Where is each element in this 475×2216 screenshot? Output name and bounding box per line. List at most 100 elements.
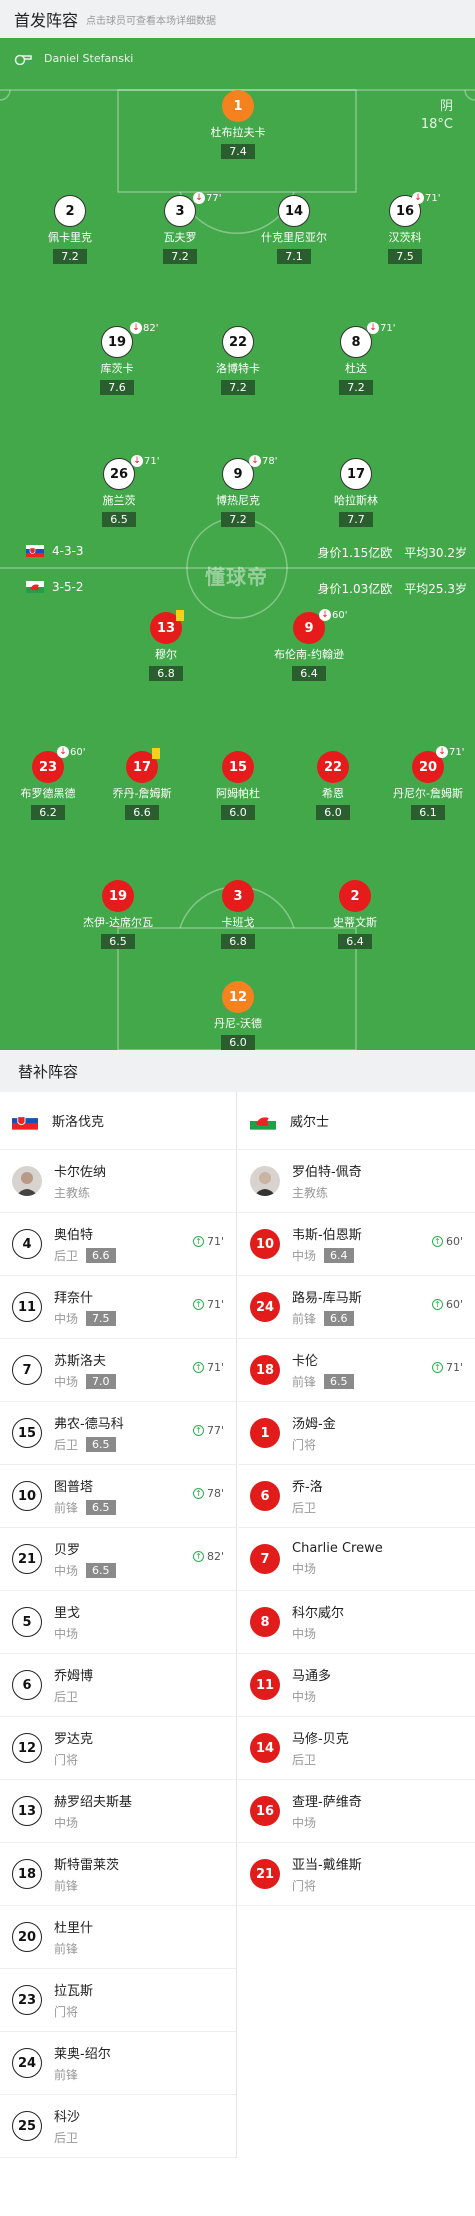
away-player-10[interactable]: 2 史蒂文斯 6.4 [300,880,410,949]
yellow-card-icon [176,610,184,621]
away-player-9[interactable]: 3 卡班戈 6.8 [183,880,293,949]
away-player-1[interactable]: 13 穆尔 6.8 [111,612,221,681]
sub-player-row[interactable]: 18 斯特雷莱茨 前锋 [0,1843,236,1906]
away-team-value: 身价1.03亿欧 [317,582,393,596]
player-name: 希恩 [322,787,344,800]
home-player-5[interactable]: 16 汉茨科 7.5 [350,195,460,264]
sub-player-row[interactable]: 20 杜里什 前锋 [0,1906,236,1969]
player-rating: 6.6 [125,805,159,820]
player-name: 丹尼尔-詹姆斯 [393,787,463,800]
sub-player-row[interactable]: 4 奥伯特 后卫 6.6 ↑ 71' [0,1213,236,1276]
player-name: 奥伯特 [54,1228,94,1243]
lineup-hint: 点击球员可查看本场详细数据 [86,15,217,27]
home-bench: 斯洛伐克 卡尔佐纳 主教练 4 奥伯特 后卫 6.6 ↑ 71' 11 拜奈什 中场 7.5 ↑ 71'… [0,1092,237,2158]
player-number: 17 [340,458,372,490]
away-player-11[interactable]: 12 丹尼-沃德 6.0 [183,981,293,1050]
home-player-11[interactable]: 17 哈拉斯林 7.7 [301,458,411,527]
sub-player-row[interactable]: 24 莱奥-绍尔 前锋 [0,2032,236,2095]
sub-player-row[interactable]: 13 赫罗绍夫斯基 中场 [0,1780,236,1843]
home-player-1[interactable]: 1 杜布拉夫卡 7.4 [183,90,293,159]
home-player-3[interactable]: 3 瓦夫罗 7.2 [125,195,235,264]
sub-off-marker: ↓ 71' [367,322,395,334]
away-player-4[interactable]: 17 乔丹-詹姆斯 6.6 [87,751,197,820]
sub-off-icon: ↓ [193,192,205,204]
away-player-6[interactable]: 22 希恩 6.0 [278,751,388,820]
player-name: 杰伊-达席尔瓦 [83,916,153,929]
player-number: 24 [12,2048,42,2078]
player-number: 1 [222,90,254,122]
sub-player-row[interactable]: 23 拉瓦斯 门将 [0,1969,236,2032]
sub-minute: 71' [425,192,441,204]
away-formation: 3-5-2 [26,580,84,594]
player-rating: 6.0 [221,1035,255,1050]
sub-player-row[interactable]: 25 科沙 后卫 [0,2095,236,2158]
sub-player-row[interactable]: 14 马修-贝克 后卫 [238,1717,475,1780]
player-rating: 7.2 [339,380,373,395]
player-number: 3 [222,880,254,912]
sub-on-icon: ↑ [431,1236,443,1247]
sub-on-marker: ↑ 71' [431,1361,463,1374]
home-player-2[interactable]: 2 佩卡里克 7.2 [15,195,125,264]
sub-on-icon: ↑ [431,1362,443,1373]
sub-player-row[interactable]: 5 里戈 中场 [0,1591,236,1654]
player-rating: 6.5 [86,1563,116,1578]
away-team-row[interactable]: 威尔士 [238,1092,475,1150]
sub-player-row[interactable]: 7 Charlie Crewe 中场 [238,1528,475,1591]
player-position: 中场 [292,1627,317,1641]
player-name: 施兰茨 [102,494,136,507]
player-number: 14 [278,195,310,227]
sub-player-row[interactable]: 6 乔-洛 后卫 [238,1465,475,1528]
player-name: 杜里什 [54,1921,94,1936]
sub-off-marker: ↓ 60' [319,609,347,621]
sub-player-row[interactable]: 24 路易-库马斯 前锋 6.6 ↑ 60' [238,1276,475,1339]
home-team-stats: 身价1.15亿欧 平均30.2岁 [318,544,467,561]
sub-on-icon: ↑ [192,1236,204,1247]
sub-player-row[interactable]: 21 亚当-戴维斯 门将 [238,1843,475,1906]
home-player-7[interactable]: 22 洛博特卡 7.2 [183,326,293,395]
sub-off-icon: ↓ [412,192,424,204]
player-name: 苏斯洛夫 [54,1354,107,1369]
away-player-7[interactable]: 20 丹尼尔-詹姆斯 6.1 [373,751,475,820]
home-player-10[interactable]: 9 博热尼克 7.2 [183,458,293,527]
sub-player-row[interactable]: 7 苏斯洛夫 中场 7.0 ↑ 71' [0,1339,236,1402]
sub-player-row[interactable]: 18 卡伦 前锋 6.5 ↑ 71' [238,1339,475,1402]
sub-player-row[interactable]: 8 科尔威尔 中场 [238,1591,475,1654]
sub-player-row[interactable]: 10 图普塔 前锋 6.5 ↑ 78' [0,1465,236,1528]
player-rating: 6.4 [292,666,326,681]
home-team-row[interactable]: 斯洛伐克 [0,1092,236,1150]
coach-role: 主教练 [54,1186,91,1200]
sub-on-icon: ↑ [192,1299,204,1310]
player-rating: 6.5 [324,1374,354,1389]
player-name: 拉瓦斯 [54,1984,94,1999]
home-player-8[interactable]: 8 杜达 7.2 [301,326,411,395]
referee: Daniel Stefanski [14,52,133,65]
sub-player-row[interactable]: 21 贝罗 中场 6.5 ↑ 82' [0,1528,236,1591]
away-bench: 威尔士 罗伯特-佩奇 主教练 10 韦斯-伯恩斯 中场 6.4 ↑ 60' 24 路易-库马斯前… [238,1092,475,1906]
sub-player-row[interactable]: 10 韦斯-伯恩斯 中场 6.4 ↑ 60' [238,1213,475,1276]
player-position: 中场 [292,1562,317,1576]
home-player-9[interactable]: 26 施兰茨 6.5 [64,458,174,527]
sub-player-row[interactable]: 16 查理-萨维奇 中场 [238,1780,475,1843]
home-player-4[interactable]: 14 什克里尼亚尔 7.1 [239,195,349,264]
player-number: 18 [12,1859,42,1889]
away-player-8[interactable]: 19 杰伊-达席尔瓦 6.5 [63,880,173,949]
sub-player-row[interactable]: 1 汤姆-金 门将 [238,1402,475,1465]
sub-player-row[interactable]: 11 马通多 中场 [238,1654,475,1717]
sub-on-icon: ↑ [192,1551,204,1562]
player-name: 莱奥-绍尔 [54,2047,111,2062]
home-player-6[interactable]: 19 库茨卡 7.6 [62,326,172,395]
player-number: 6 [250,1481,280,1511]
pitch: Daniel Stefanski 阴 18°C 懂球帝 1 杜布拉夫卡 7.4 2 佩… [0,38,475,1050]
sub-player-row[interactable]: 15 弗农-德马科 后卫 6.5 ↑ 77' [0,1402,236,1465]
player-rating: 7.7 [339,512,373,527]
away-player-2[interactable]: 9 布伦南-约翰逊 6.4 [254,612,364,681]
home-coach-row[interactable]: 卡尔佐纳 主教练 [0,1150,236,1213]
sub-player-row[interactable]: 12 罗达克 门将 [0,1717,236,1780]
away-player-5[interactable]: 15 阿姆帕杜 6.0 [183,751,293,820]
away-coach-row[interactable]: 罗伯特-佩奇 主教练 [238,1150,475,1213]
weather: 阴 18°C [421,98,453,134]
sub-minute: 60' [332,609,348,621]
sub-off-marker: ↓ 77' [193,192,221,204]
sub-player-row[interactable]: 11 拜奈什 中场 7.5 ↑ 71' [0,1276,236,1339]
sub-player-row[interactable]: 6 乔姆博 后卫 [0,1654,236,1717]
